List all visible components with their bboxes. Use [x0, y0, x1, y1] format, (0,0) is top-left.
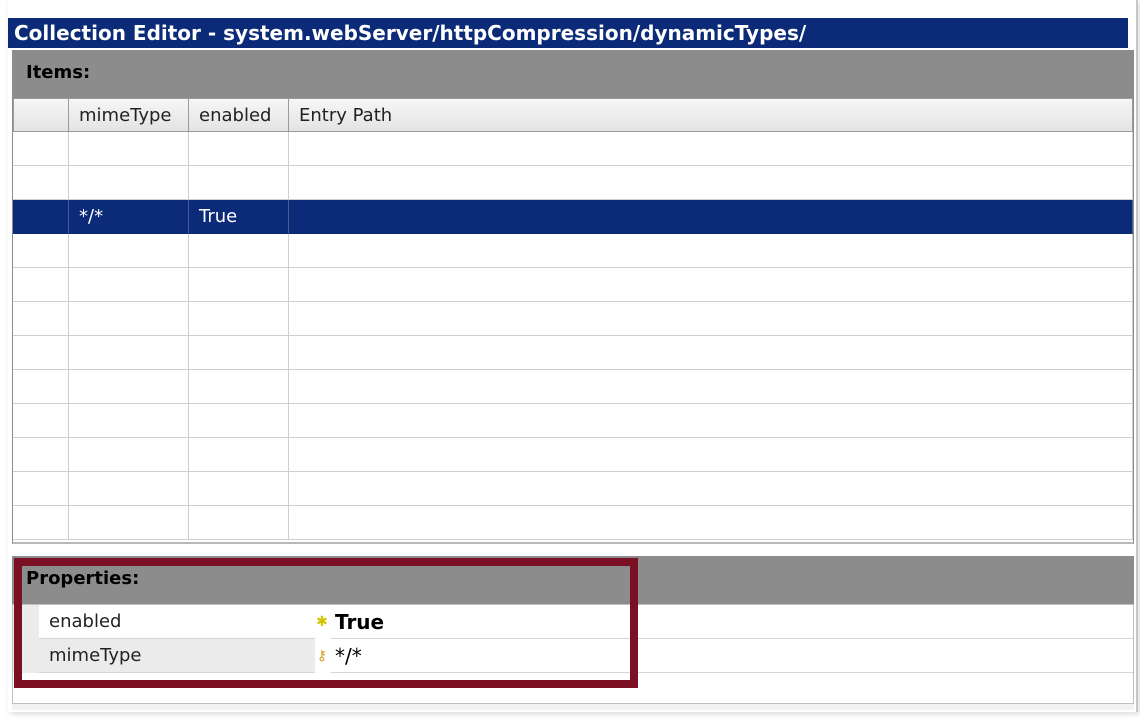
properties-grid[interactable]: enabled ✱ True mimeType ⚷ */* [12, 604, 1134, 704]
items-grid[interactable]: mimeType enabled Entry Path */* True [12, 98, 1134, 544]
grid-header-row: mimeType enabled Entry Path [13, 98, 1133, 132]
table-row[interactable] [13, 166, 1133, 200]
cell-mimetype[interactable] [69, 404, 189, 438]
cell-enabled[interactable] [189, 234, 289, 268]
bottom-border [12, 704, 1134, 710]
table-row[interactable] [13, 302, 1133, 336]
row-header-cell [13, 472, 69, 506]
table-row[interactable] [13, 132, 1133, 166]
cell-mimetype[interactable] [69, 506, 189, 540]
cell-enabled[interactable] [189, 438, 289, 472]
table-row[interactable] [13, 404, 1133, 438]
table-row[interactable] [13, 370, 1133, 404]
property-value[interactable]: True [331, 605, 1133, 639]
cell-entry-path[interactable] [289, 336, 1133, 370]
row-header-cell [13, 268, 69, 302]
cell-enabled[interactable] [189, 370, 289, 404]
cell-enabled[interactable] [189, 404, 289, 438]
column-header-entry-path[interactable]: Entry Path [289, 98, 1133, 132]
property-row-enabled[interactable]: enabled ✱ True [13, 605, 1133, 639]
cell-mimetype[interactable] [69, 234, 189, 268]
table-row[interactable] [13, 438, 1133, 472]
row-header-cell [13, 302, 69, 336]
row-header-cell [13, 234, 69, 268]
cell-entry-path[interactable] [289, 268, 1133, 302]
property-value[interactable]: */* [331, 639, 1133, 673]
row-header-cell [13, 166, 69, 200]
cell-enabled[interactable] [189, 472, 289, 506]
row-header-cell [13, 404, 69, 438]
key-icon: ⚷ [316, 648, 328, 664]
table-row[interactable] [13, 336, 1133, 370]
properties-label: Properties: [26, 568, 140, 589]
cell-enabled[interactable] [189, 336, 289, 370]
table-row[interactable] [13, 472, 1133, 506]
row-header-cell [13, 506, 69, 540]
property-gutter [13, 605, 39, 639]
cell-entry-path[interactable] [289, 200, 1133, 234]
cell-entry-path[interactable] [289, 132, 1133, 166]
properties-section-header: Properties: [12, 556, 1134, 604]
property-name: mimeType [39, 639, 315, 673]
items-label: Items: [26, 62, 91, 83]
row-header-cell [13, 132, 69, 166]
cell-mimetype[interactable] [69, 166, 189, 200]
cell-entry-path[interactable] [289, 166, 1133, 200]
cell-enabled[interactable] [189, 132, 289, 166]
cell-entry-path[interactable] [289, 234, 1133, 268]
cell-mimetype[interactable] [69, 132, 189, 166]
cell-enabled[interactable]: True [189, 200, 289, 234]
column-header-mimetype[interactable]: mimeType [69, 98, 189, 132]
row-header-corner [13, 98, 69, 132]
collection-editor-window: Collection Editor - system.webServer/htt… [8, 0, 1138, 712]
cell-enabled[interactable] [189, 268, 289, 302]
cell-entry-path[interactable] [289, 404, 1133, 438]
cell-mimetype[interactable] [69, 370, 189, 404]
row-header-cell [13, 200, 69, 234]
cell-entry-path[interactable] [289, 506, 1133, 540]
cell-enabled[interactable] [189, 166, 289, 200]
property-name: enabled [39, 605, 315, 639]
table-row[interactable] [13, 506, 1133, 540]
row-header-cell [13, 336, 69, 370]
cell-mimetype[interactable] [69, 302, 189, 336]
property-row-mimetype[interactable]: mimeType ⚷ */* [13, 639, 1133, 673]
cell-mimetype[interactable] [69, 472, 189, 506]
table-row[interactable] [13, 234, 1133, 268]
row-header-cell [13, 370, 69, 404]
grid-rows: */* True [13, 132, 1133, 540]
cell-entry-path[interactable] [289, 370, 1133, 404]
property-gutter [13, 639, 39, 673]
cell-mimetype[interactable] [69, 438, 189, 472]
cell-entry-path[interactable] [289, 302, 1133, 336]
cell-enabled[interactable] [189, 506, 289, 540]
window-title: Collection Editor - system.webServer/htt… [8, 18, 1128, 48]
row-header-cell [13, 438, 69, 472]
cell-entry-path[interactable] [289, 438, 1133, 472]
cell-mimetype[interactable] [69, 268, 189, 302]
items-section-header: Items: [12, 50, 1134, 98]
cell-entry-path[interactable] [289, 472, 1133, 506]
cell-mimetype[interactable]: */* [69, 200, 189, 234]
table-row[interactable] [13, 268, 1133, 302]
table-row[interactable]: */* True [13, 200, 1133, 234]
column-header-enabled[interactable]: enabled [189, 98, 289, 132]
cell-mimetype[interactable] [69, 336, 189, 370]
cell-enabled[interactable] [189, 302, 289, 336]
required-asterisk-icon: ✱ [316, 614, 328, 630]
